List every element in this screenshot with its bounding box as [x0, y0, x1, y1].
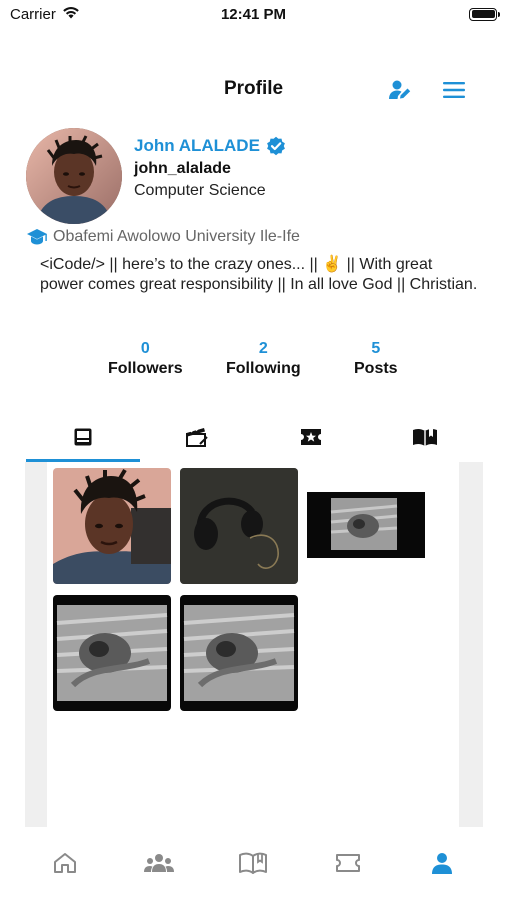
followers-stat[interactable]: 0 Followers — [108, 340, 183, 378]
ticket-star-icon — [301, 429, 321, 445]
clapperboard-icon — [186, 427, 208, 447]
hamburger-menu-icon — [443, 82, 465, 98]
posts-stat[interactable]: 5 Posts — [354, 340, 398, 378]
followers-label: Followers — [108, 360, 183, 377]
post-thumbnail[interactable] — [307, 492, 425, 558]
post-thumbnail[interactable] — [53, 595, 171, 711]
posts-grid-background — [25, 462, 483, 827]
open-book-icon — [413, 428, 437, 446]
post-thumbnail[interactable] — [180, 468, 298, 584]
department: Computer Science — [134, 182, 266, 199]
verified-badge-icon — [267, 136, 285, 156]
nav-home[interactable] — [45, 843, 85, 883]
following-count: 2 — [258, 340, 268, 357]
posts-icon — [74, 428, 92, 446]
posts-label: Posts — [354, 360, 398, 377]
posts-count: 5 — [371, 340, 381, 357]
full-name: John ALALADE — [134, 136, 260, 155]
bio: <iCode/> || here’s to the crazy ones... … — [40, 256, 478, 293]
user-edit-icon — [389, 80, 411, 99]
name-row: John ALALADE — [134, 136, 286, 156]
ticket-icon — [335, 854, 360, 872]
tab-posts[interactable] — [26, 412, 140, 462]
following-stat[interactable]: 2 Following — [226, 340, 301, 378]
school-name: Obafemi Awolowo University Ile-Ife — [53, 228, 300, 245]
status-bar: Carrier 12:41 PM — [0, 0, 507, 28]
tab-library[interactable] — [368, 412, 482, 462]
book-icon — [239, 852, 268, 874]
post-thumbnail[interactable] — [53, 468, 171, 584]
battery-icon — [469, 7, 500, 21]
nav-profile[interactable] — [422, 843, 462, 883]
header: Profile — [0, 70, 507, 110]
community-icon — [144, 854, 175, 872]
graduation-cap-icon — [27, 229, 47, 245]
bottom-nav — [0, 836, 507, 890]
nav-community[interactable] — [139, 843, 179, 883]
edit-profile-button[interactable] — [385, 76, 415, 104]
menu-button[interactable] — [439, 76, 469, 104]
post-thumbnail[interactable] — [180, 595, 298, 711]
tab-events[interactable] — [254, 412, 368, 462]
school-row: Obafemi Awolowo University Ile-Ife — [26, 228, 300, 246]
page-title: Profile — [223, 78, 284, 99]
home-icon — [54, 853, 77, 873]
wifi-icon — [62, 6, 80, 23]
profile-tabs — [26, 412, 482, 462]
tab-videos[interactable] — [140, 412, 254, 462]
followers-count: 0 — [140, 340, 150, 357]
profile-icon — [431, 853, 452, 874]
nav-library[interactable] — [233, 843, 273, 883]
posts-grid — [47, 462, 459, 827]
avatar[interactable] — [26, 128, 122, 224]
username: john_alalade — [134, 160, 231, 177]
status-left: Carrier — [10, 6, 80, 23]
nav-events[interactable] — [328, 843, 368, 883]
carrier-label: Carrier — [10, 5, 56, 23]
following-label: Following — [226, 360, 301, 377]
